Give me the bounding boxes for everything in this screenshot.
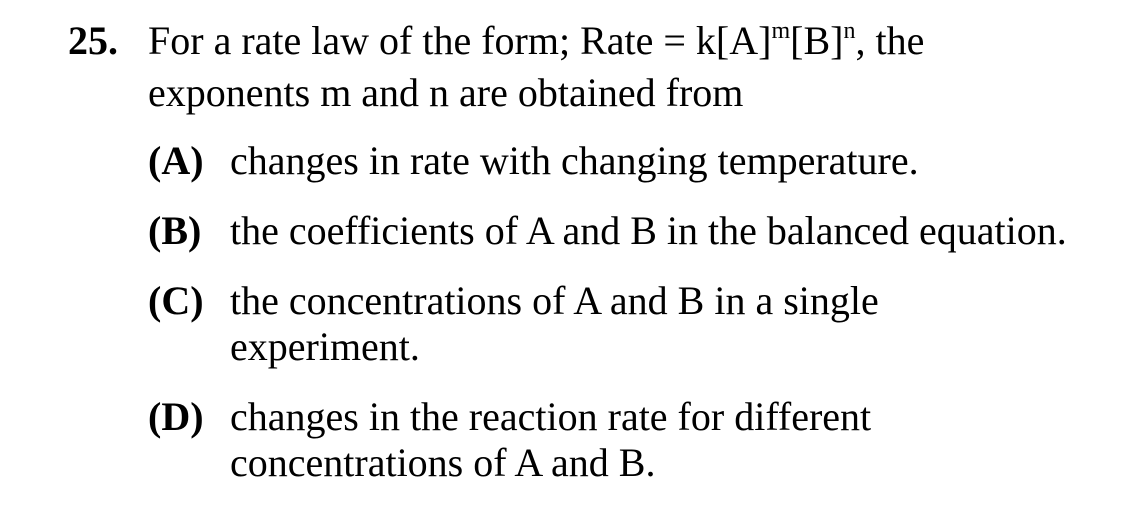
option-text: changes in the reaction rate for differe… (230, 394, 872, 485)
option-d[interactable]: (D) changes in the reaction rate for dif… (148, 394, 1138, 486)
exponent-m: m (771, 18, 791, 44)
option-label: (C) (148, 278, 204, 323)
exponent-n: n (843, 18, 856, 44)
question-stem: For a rate law of the form; Rate = k[A]m… (148, 18, 1048, 116)
option-text: the concentrations of A and B in a singl… (230, 278, 879, 369)
option-label: (A) (148, 138, 204, 183)
option-c[interactable]: (C) the concentrations of A and B in a s… (148, 278, 1138, 370)
option-b[interactable]: (B) the coefficients of A and B in the b… (148, 208, 1138, 254)
option-text: changes in rate with changing temperatur… (230, 138, 919, 183)
option-label: (D) (148, 394, 204, 439)
option-label: (B) (148, 208, 202, 253)
stem-part-1: For a rate law of the form; Rate = k[A] (148, 18, 772, 63)
question-stem-row: 25. For a rate law of the form; Rate = k… (68, 18, 1138, 116)
question-block: 25. For a rate law of the form; Rate = k… (68, 18, 1138, 510)
question-number: 25. (68, 18, 118, 63)
answer-options: (A) changes in rate with changing temper… (148, 138, 1138, 486)
option-text: the coefficients of A and B in the balan… (230, 208, 1067, 253)
option-a[interactable]: (A) changes in rate with changing temper… (148, 138, 1138, 184)
stem-part-2: [B] (790, 18, 844, 63)
